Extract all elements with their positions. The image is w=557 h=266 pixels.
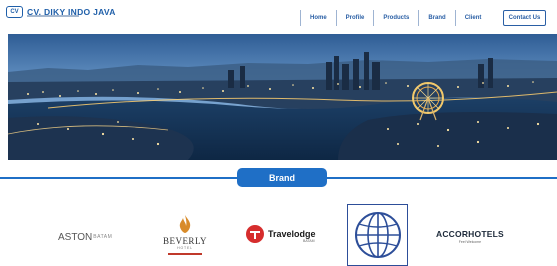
main-nav: Home Profile Products Brand Client [300,10,490,26]
logo-mark-icon: CV [6,6,23,18]
nav-client[interactable]: Client [454,10,491,26]
travelodge-logo-sub: BATAM [303,239,315,243]
accor-logo-sub: Feel Welcome [458,239,482,244]
flame-icon [179,215,191,233]
nav-home[interactable]: Home [300,10,336,26]
beverly-logo-sub: HOTEL [177,246,193,250]
travelodge-circle-icon [246,225,264,243]
beverly-logo-name: BEVERLY [162,236,208,246]
globe-icon [354,212,401,258]
beverly-logo: BEVERLY HOTEL [160,207,210,262]
travelodge-logo: Travelodge BATAM [245,222,316,246]
brand-section-title: Brand [237,168,327,187]
city-night-skyline-image [8,34,557,160]
accor-logo: ACCORHOTELS Feel Welcome [436,226,504,246]
nav-profile[interactable]: Profile [335,10,374,26]
company-logo[interactable]: CV CV. DIKY INDO JAVA [6,4,116,20]
site-header: CV CV. DIKY INDO JAVA Home Profile Produ… [0,0,557,34]
aston-logo-small: BATAM [93,234,113,240]
beverly-logo-bar [168,253,202,255]
aston-logo: ASTON BATAM [58,227,112,247]
accor-logo-name: ACCORHOTELS [436,228,504,239]
globe-brand-logo [347,204,408,266]
nav-products[interactable]: Products [373,10,418,26]
logo-tagline-decoration [27,15,79,17]
nav-brand[interactable]: Brand [418,10,454,26]
hero-banner [8,34,557,160]
contact-us-button[interactable]: Contact Us [503,10,546,26]
travelodge-logo-name: Travelodge [268,229,316,239]
aston-logo-main: ASTON [58,231,93,243]
